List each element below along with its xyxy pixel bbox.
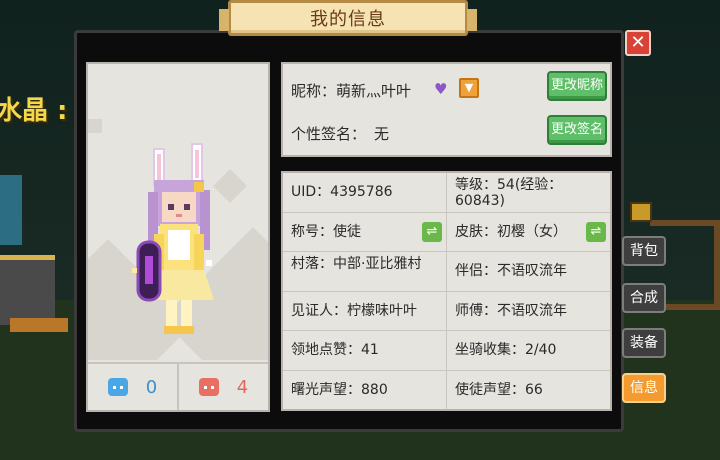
info-grid: UID：4395786 等级：54(经验：60843) 称号：使徒 ⇌ 皮肤：初…	[281, 171, 612, 411]
profile-name-panel: 昵称： 萌新灬叶叶 ♥ ▼ 个性签名： 无 更改昵称 更改签名	[281, 62, 612, 157]
window-title: 我的信息	[219, 0, 477, 36]
dawn-reputation-cell: 曙光声望：880	[283, 370, 446, 409]
change-signature-button[interactable]: 更改签名	[547, 115, 607, 145]
likes-stat[interactable]: 0	[88, 364, 177, 410]
apostle-reputation-cell: 使徒声望：66	[447, 370, 610, 409]
blue-block	[0, 175, 22, 245]
master-cell: 师傅：不语叹流年	[447, 291, 610, 330]
dislikes-count: 4	[236, 376, 249, 398]
world-sign-text: 水晶 :	[0, 96, 68, 126]
dislikes-stat[interactable]: 4	[177, 364, 268, 410]
chevron-down-icon[interactable]: ▼	[459, 78, 479, 98]
avatar-stage	[88, 64, 268, 360]
nickname-value: 萌新灬叶叶	[336, 82, 412, 100]
territory-likes-cell: 领地点赞：41	[283, 331, 446, 370]
heart-icon: ♥	[434, 80, 448, 98]
swap-title-icon[interactable]: ⇌	[422, 221, 442, 242]
tab-equipment[interactable]: 装备	[622, 328, 666, 358]
happy-face-icon	[107, 378, 128, 396]
signature-label: 个性签名：	[291, 125, 367, 143]
level-cell: 等级：54(经验：60843)	[447, 173, 610, 212]
tab-info[interactable]: 信息	[622, 373, 666, 403]
mount-collection-cell: 坐骑收集：2/40	[447, 331, 610, 370]
signature-value: 无	[374, 125, 390, 143]
avatar-panel: 0 4	[86, 62, 270, 412]
skin-text: 皮肤：初樱（女）	[455, 223, 567, 240]
witness-cell: 见证人：柠檬味叶叶	[283, 291, 446, 330]
character-avatar[interactable]	[88, 64, 268, 360]
tab-crafting[interactable]: 合成	[622, 283, 666, 313]
close-button[interactable]: ✕	[625, 30, 651, 56]
likes-count: 0	[145, 376, 158, 398]
title-cell: 称号：使徒 ⇌	[283, 212, 446, 251]
swap-skin-icon[interactable]: ⇌	[586, 221, 606, 242]
rating-stats: 0 4	[88, 362, 268, 410]
village-cell: 村落：中部·亚比雅村	[283, 252, 446, 291]
lantern	[630, 202, 652, 222]
wood-plank	[10, 318, 68, 332]
tab-backpack[interactable]: 背包	[622, 236, 666, 266]
skin-cell: 皮肤：初樱（女） ⇌	[447, 212, 610, 251]
partner-cell: 伴侣：不语叹流年	[447, 252, 610, 291]
sad-face-icon	[198, 378, 219, 396]
uid-cell: UID：4395786	[283, 173, 446, 212]
stone-block	[0, 255, 55, 325]
nickname-label: 昵称：	[291, 82, 337, 100]
change-nickname-button[interactable]: 更改昵称	[547, 71, 607, 101]
title-text: 称号：使徒	[291, 223, 361, 240]
